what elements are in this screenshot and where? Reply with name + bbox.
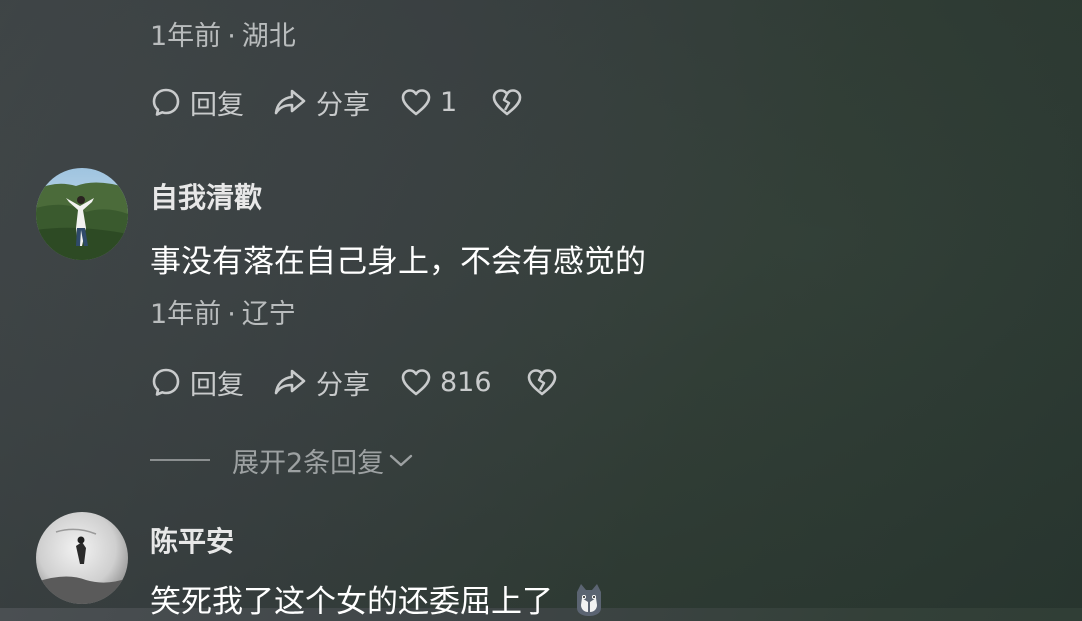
share-label: 分享 [316,369,370,401]
comment-location: 辽宁 [241,299,296,330]
comment-actions: 回复 分享 1 [150,82,523,122]
comment-meta: 1年前 · 辽宁 [150,292,296,331]
avatar[interactable] [36,512,128,604]
like-count: 816 [440,366,492,398]
comment-text: 事没有落在自己身上，不会有感觉的 [150,244,646,280]
expand-replies-label: 展开2条回复 [232,447,385,479]
comment-meta: 1年前 · 湖北 [150,14,296,53]
comment-location: 湖北 [241,21,296,52]
chevron-down-icon [389,454,413,467]
meta-separator: · [227,21,236,52]
dislike-button[interactable] [526,367,558,397]
comment-username[interactable]: 陈平安 [150,520,234,560]
comment-username[interactable]: 自我清歡 [150,176,262,216]
dislike-button[interactable] [491,87,523,117]
expand-divider [150,459,210,461]
comment-text-content: 笑死我了这个女的还委屈上了 [150,584,553,620]
avatar-image [36,512,128,604]
meta-separator: · [227,299,236,330]
avatar-image [36,168,128,260]
cat-emoji-icon [576,584,601,616]
like-button[interactable]: 816 [400,367,492,398]
comment-bubble-icon [152,368,180,396]
share-arrow-icon [274,89,306,115]
heart-icon [401,89,431,116]
like-button[interactable]: 1 [400,87,457,118]
broken-heart-icon [527,369,556,396]
share-label: 分享 [316,89,370,121]
comment-time: 1年前 [150,21,222,52]
like-count: 1 [440,86,458,118]
share-button[interactable]: 分享 [272,363,370,402]
avatar[interactable] [36,168,128,260]
share-button[interactable]: 分享 [272,83,370,122]
comment-text: 笑死我了这个女的还委屈上了 [150,576,607,621]
reply-label: 回复 [190,89,244,121]
comment-time: 1年前 [150,299,222,330]
reply-button[interactable]: 回复 [150,83,244,122]
reply-label: 回复 [190,369,244,401]
comment-bubble-icon [152,88,180,116]
expand-replies-button[interactable]: 展开2条回复 [150,440,414,480]
broken-heart-icon [492,89,522,116]
heart-icon [401,369,431,396]
comment-actions: 回复 分享 816 [150,362,558,402]
reply-button[interactable]: 回复 [150,363,244,402]
share-arrow-icon [274,369,306,395]
